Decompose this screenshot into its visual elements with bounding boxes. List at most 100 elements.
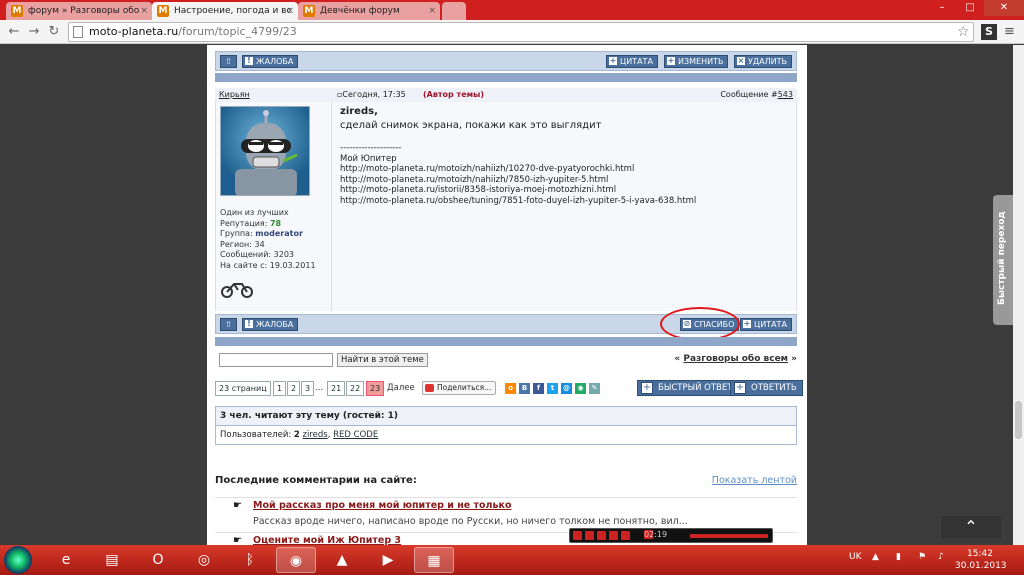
start-button[interactable] — [4, 546, 32, 574]
message-number-link[interactable]: 543 — [778, 90, 793, 99]
twitter-icon[interactable]: t — [547, 383, 558, 394]
media-progress-bar[interactable] — [690, 534, 768, 538]
aimp-icon[interactable]: ▲ — [322, 547, 362, 573]
control-panel-icon[interactable]: ▦ — [414, 547, 454, 573]
tab-topic[interactable]: M Настроение, погода и вс × — [152, 2, 298, 20]
robot-avatar-icon — [235, 110, 298, 195]
volume-icon[interactable]: ♪ — [938, 552, 944, 562]
mailru-icon[interactable]: @ — [561, 383, 572, 394]
signature-link[interactable]: http://moto-planeta.ru/istorii/8358-isto… — [340, 185, 790, 196]
back-arrow-icon[interactable]: ← — [6, 24, 22, 40]
prev-topic-link[interactable]: « — [674, 354, 680, 364]
address-bar[interactable]: moto-planeta.ru/forum/topic_4799/23 — [68, 22, 974, 42]
tab-girls-forum[interactable]: M Девчёнки форум × — [298, 2, 440, 20]
minimize-icon[interactable]: – — [928, 0, 956, 16]
site-favicon-icon: M — [303, 5, 315, 17]
page-link[interactable]: 2 — [287, 381, 301, 396]
warning-icon: ! — [245, 320, 253, 328]
quote-button[interactable]: + ЦИТАТА — [606, 55, 658, 68]
page-link[interactable]: 3 — [301, 381, 315, 396]
comment-title[interactable]: Мой рассказ про меня мой юпитер и не тол… — [253, 500, 512, 511]
scroll-up-button[interactable]: ⇧ — [220, 55, 237, 68]
next-page-link[interactable]: Далее — [387, 383, 415, 393]
maximize-icon[interactable]: □ — [956, 0, 984, 16]
author-name[interactable]: Кирьян — [219, 88, 250, 102]
author-column: Один из лучших Репутация: 78 Группа: mod… — [216, 102, 332, 311]
page-ellipsis: ... — [315, 383, 324, 393]
edit-button[interactable]: + ИЗМЕНИТЬ — [664, 55, 729, 68]
new-tab-button[interactable] — [442, 2, 466, 20]
bookmark-star-icon[interactable]: ☆ — [957, 24, 970, 40]
page-link[interactable]: 22 — [346, 381, 365, 396]
signature-link[interactable]: http://moto-planeta.ru/motoizh/nahiizh/1… — [340, 164, 790, 175]
forum-link[interactable]: Разговоры обо всем — [683, 354, 788, 364]
post-text: сделай снимок экрана, покажи как это выг… — [340, 120, 602, 131]
menu-icon[interactable]: ≡ — [1004, 24, 1015, 39]
network-app-icon[interactable]: ◎ — [184, 547, 224, 573]
flag-icon[interactable]: ⚑ — [918, 552, 926, 562]
language-indicator[interactable]: UK — [849, 552, 862, 562]
quick-nav-tab[interactable]: Быстрый переход — [993, 195, 1013, 325]
topic-search-input[interactable] — [219, 353, 333, 367]
next-track-icon[interactable] — [621, 531, 630, 540]
plus-icon: + — [641, 382, 653, 394]
topic-search-button[interactable]: Найти в этой теме — [337, 353, 428, 367]
livejournal-icon[interactable]: ◉ — [575, 383, 586, 394]
close-tab-icon[interactable]: × — [140, 2, 148, 20]
scroll-up-button[interactable]: ⇧ — [220, 318, 237, 331]
user-link[interactable]: RED CODE — [333, 430, 378, 440]
post-divider — [215, 337, 797, 346]
facebook-icon[interactable]: f — [533, 383, 544, 394]
complaint-button[interactable]: ! ЖАЛОБА — [242, 55, 299, 68]
rewind-icon[interactable] — [609, 531, 618, 540]
avatar[interactable] — [220, 106, 310, 196]
quick-nav-label: Быстрый переход — [997, 211, 1007, 305]
vk-icon[interactable]: B — [519, 383, 530, 394]
pause-icon[interactable] — [585, 531, 594, 540]
author-reputation: Репутация: 78 — [220, 218, 282, 228]
chrome-icon[interactable]: ◉ — [276, 547, 316, 573]
tray-arrow-icon[interactable]: ▲ — [872, 552, 879, 562]
page-scrollbar[interactable] — [1013, 45, 1024, 545]
quote-button[interactable]: + ЦИТАТА — [740, 318, 792, 331]
stop-icon[interactable] — [597, 531, 606, 540]
bookmark-icon[interactable]: ✎ — [589, 383, 600, 394]
forward-arrow-icon[interactable]: → — [26, 24, 42, 40]
media-player-icon[interactable]: ▶ — [368, 547, 408, 573]
explorer-icon[interactable]: ▤ — [92, 547, 132, 573]
comment-item[interactable]: ☛ Мой рассказ про меня мой юпитер и не т… — [215, 497, 797, 513]
close-tab-icon[interactable]: × — [428, 2, 436, 20]
plus-icon: + — [609, 56, 617, 65]
signature-link[interactable]: http://moto-planeta.ru/obshee/tuning/785… — [340, 196, 790, 207]
comment-title[interactable]: Оцените мой Иж Юпитер 3 — [253, 535, 401, 545]
reload-icon[interactable]: ↻ — [46, 24, 62, 40]
prev-post-actions: ⇧ ! ЖАЛОБА + ЦИТАТА + ИЗМЕНИТЬ × УДАЛИТЬ — [215, 51, 797, 71]
quick-reply-button[interactable]: + БЫСТРЫЙ ОТВЕТ — [637, 380, 739, 396]
ie-icon[interactable]: e — [46, 547, 86, 573]
system-clock[interactable]: 15:42 30.01.2013 — [955, 548, 1007, 572]
next-topic-link[interactable]: » — [791, 354, 797, 364]
tab-forum[interactable]: M форум » Разговоры обо × — [6, 2, 152, 20]
bluetooth-icon[interactable]: ᛒ — [230, 547, 270, 573]
tab-title: Настроение, погода и вс — [174, 6, 292, 16]
signature-link[interactable]: http://moto-planeta.ru/motoizh/nahiizh/7… — [340, 175, 790, 186]
extension-icon[interactable]: S — [981, 24, 997, 40]
close-tab-icon[interactable]: × — [286, 2, 294, 20]
page-link[interactable]: 21 — [327, 381, 346, 396]
close-window-icon[interactable]: ✕ — [984, 0, 1024, 16]
scrollbar-thumb[interactable] — [1015, 401, 1022, 439]
user-link[interactable]: zireds — [303, 430, 328, 440]
complaint-button[interactable]: ! ЖАЛОБА — [242, 318, 299, 331]
share-button[interactable]: Поделиться... — [422, 381, 497, 395]
tab-strip: M форум » Разговоры обо × M Настроение, … — [0, 0, 1024, 20]
reply-button[interactable]: + ОТВЕТИТЬ — [730, 380, 803, 396]
scroll-to-top-button[interactable]: ⌃ — [941, 516, 1001, 538]
page-count: 23 страниц — [215, 381, 271, 396]
network-icon[interactable]: ▮ — [896, 552, 901, 562]
show-feed-link[interactable]: Показать лентой — [712, 475, 797, 486]
odnoklassniki-icon[interactable]: о — [505, 383, 516, 394]
opera-icon[interactable]: O — [138, 547, 178, 573]
delete-button[interactable]: × УДАЛИТЬ — [734, 55, 792, 68]
page-link[interactable]: 1 — [273, 381, 287, 396]
prev-track-icon[interactable] — [573, 531, 582, 540]
